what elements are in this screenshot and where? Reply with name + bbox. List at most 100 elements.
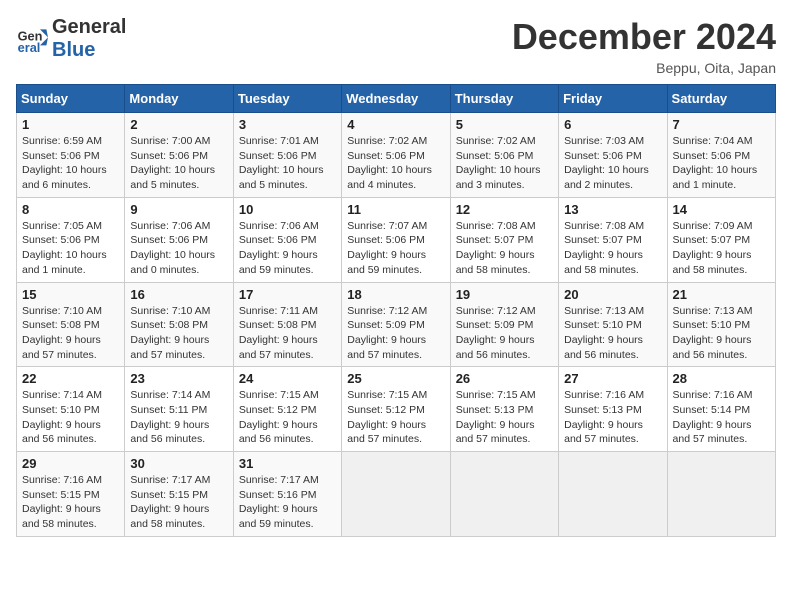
day-number: 3 [239,117,336,132]
day-info: Sunrise: 7:02 AM Sunset: 5:06 PM Dayligh… [347,134,444,193]
calendar-cell: 9Sunrise: 7:06 AM Sunset: 5:06 PM Daylig… [125,197,233,282]
calendar-cell: 13 Sunrise: 7:08 AM Sunset: 5:07 PM Dayli… [559,197,667,282]
day-number: 13 [564,202,661,217]
day-number: 19 [456,287,553,302]
calendar-cell: 22 Sunrise: 7:14 AM Sunset: 5:10 PM Dayli… [17,367,125,452]
day-info: Sunrise: 7:17 AM Sunset: 5:16 PM Dayligh… [239,473,336,532]
calendar-cell: 12 Sunrise: 7:08 AM Sunset: 5:07 PM Dayli… [450,197,558,282]
calendar-cell: 10 Sunrise: 7:06 AM Sunset: 5:06 PM Dayli… [233,197,341,282]
day-info: Sunrise: 7:13 AM Sunset: 5:10 PM Dayligh… [673,304,770,363]
day-info: Sunrise: 7:08 AM Sunset: 5:07 PM Dayligh… [564,219,661,278]
calendar-cell: 18 Sunrise: 7:12 AM Sunset: 5:09 PM Dayli… [342,282,450,367]
calendar-header-row: SundayMondayTuesdayWednesdayThursdayFrid… [17,85,776,113]
calendar-cell [342,452,450,537]
day-info: Sunrise: 7:02 AM Sunset: 5:06 PM Dayligh… [456,134,553,193]
day-info: Sunrise: 7:10 AM Sunset: 5:08 PM Dayligh… [130,304,227,363]
calendar-cell: 17Sunrise: 7:11 AM Sunset: 5:08 PM Dayli… [233,282,341,367]
day-info: Sunrise: 6:59 AM Sunset: 5:06 PM Dayligh… [22,134,119,193]
calendar-cell: 23Sunrise: 7:14 AM Sunset: 5:11 PM Dayli… [125,367,233,452]
calendar-week-row: 8Sunrise: 7:05 AM Sunset: 5:06 PM Daylig… [17,197,776,282]
day-number: 25 [347,371,444,386]
calendar-cell: 3Sunrise: 7:01 AM Sunset: 5:06 PM Daylig… [233,113,341,198]
calendar-week-row: 29 Sunrise: 7:16 AM Sunset: 5:15 PM Dayli… [17,452,776,537]
day-info: Sunrise: 7:16 AM Sunset: 5:14 PM Dayligh… [673,388,770,447]
day-info: Sunrise: 7:15 AM Sunset: 5:12 PM Dayligh… [239,388,336,447]
day-number: 29 [22,456,119,471]
calendar-cell: 8Sunrise: 7:05 AM Sunset: 5:06 PM Daylig… [17,197,125,282]
calendar-week-row: 22 Sunrise: 7:14 AM Sunset: 5:10 PM Dayli… [17,367,776,452]
day-number: 7 [673,117,770,132]
calendar-cell: 28 Sunrise: 7:16 AM Sunset: 5:14 PM Dayli… [667,367,775,452]
logo-line1: General [52,16,126,39]
calendar-cell: 29 Sunrise: 7:16 AM Sunset: 5:15 PM Dayli… [17,452,125,537]
calendar-cell: 6 Sunrise: 7:03 AM Sunset: 5:06 PM Daylig… [559,113,667,198]
day-number: 17 [239,287,336,302]
day-number: 2 [130,117,227,132]
calendar-body: 1 Sunrise: 6:59 AM Sunset: 5:06 PM Daylig… [17,113,776,537]
day-number: 12 [456,202,553,217]
day-info: Sunrise: 7:06 AM Sunset: 5:06 PM Dayligh… [239,219,336,278]
calendar-table: SundayMondayTuesdayWednesdayThursdayFrid… [16,84,776,537]
day-info: Sunrise: 7:12 AM Sunset: 5:09 PM Dayligh… [456,304,553,363]
day-info: Sunrise: 7:16 AM Sunset: 5:15 PM Dayligh… [22,473,119,532]
day-info: Sunrise: 7:08 AM Sunset: 5:07 PM Dayligh… [456,219,553,278]
day-info: Sunrise: 7:00 AM Sunset: 5:06 PM Dayligh… [130,134,227,193]
month-title: December 2024 [512,16,776,58]
day-info: Sunrise: 7:05 AM Sunset: 5:06 PM Dayligh… [22,219,119,278]
calendar-cell [559,452,667,537]
day-number: 4 [347,117,444,132]
day-number: 21 [673,287,770,302]
day-number: 5 [456,117,553,132]
calendar-cell: 5 Sunrise: 7:02 AM Sunset: 5:06 PM Daylig… [450,113,558,198]
calendar-header-cell: Tuesday [233,85,341,113]
day-number: 15 [22,287,119,302]
calendar-cell: 7 Sunrise: 7:04 AM Sunset: 5:06 PM Daylig… [667,113,775,198]
calendar-header-cell: Friday [559,85,667,113]
calendar-cell: 24 Sunrise: 7:15 AM Sunset: 5:12 PM Dayli… [233,367,341,452]
day-number: 31 [239,456,336,471]
day-info: Sunrise: 7:14 AM Sunset: 5:10 PM Dayligh… [22,388,119,447]
day-number: 24 [239,371,336,386]
logo-icon: Gen eral [16,23,48,55]
calendar-cell: 20 Sunrise: 7:13 AM Sunset: 5:10 PM Dayli… [559,282,667,367]
calendar-header-cell: Monday [125,85,233,113]
calendar-week-row: 1 Sunrise: 6:59 AM Sunset: 5:06 PM Daylig… [17,113,776,198]
day-number: 11 [347,202,444,217]
calendar-header-cell: Sunday [17,85,125,113]
day-info: Sunrise: 7:17 AM Sunset: 5:15 PM Dayligh… [130,473,227,532]
day-info: Sunrise: 7:03 AM Sunset: 5:06 PM Dayligh… [564,134,661,193]
day-number: 1 [22,117,119,132]
calendar-cell: 4 Sunrise: 7:02 AM Sunset: 5:06 PM Daylig… [342,113,450,198]
day-number: 22 [22,371,119,386]
day-info: Sunrise: 7:12 AM Sunset: 5:09 PM Dayligh… [347,304,444,363]
day-number: 18 [347,287,444,302]
day-number: 10 [239,202,336,217]
day-info: Sunrise: 7:15 AM Sunset: 5:12 PM Dayligh… [347,388,444,447]
day-number: 6 [564,117,661,132]
calendar-cell: 15Sunrise: 7:10 AM Sunset: 5:08 PM Dayli… [17,282,125,367]
logo-line2: Blue [52,39,126,62]
day-info: Sunrise: 7:13 AM Sunset: 5:10 PM Dayligh… [564,304,661,363]
calendar-header-cell: Saturday [667,85,775,113]
calendar-header-cell: Thursday [450,85,558,113]
day-info: Sunrise: 7:04 AM Sunset: 5:06 PM Dayligh… [673,134,770,193]
title-area: December 2024 Beppu, Oita, Japan [512,16,776,76]
calendar-cell: 25 Sunrise: 7:15 AM Sunset: 5:12 PM Dayli… [342,367,450,452]
day-number: 27 [564,371,661,386]
calendar-cell: 31 Sunrise: 7:17 AM Sunset: 5:16 PM Dayli… [233,452,341,537]
page-header: Gen eral General Blue December 2024 Bepp… [16,16,776,76]
calendar-cell [667,452,775,537]
calendar-cell [450,452,558,537]
logo: Gen eral General Blue [16,16,126,62]
calendar-cell: 21 Sunrise: 7:13 AM Sunset: 5:10 PM Dayli… [667,282,775,367]
calendar-cell: 2 Sunrise: 7:00 AM Sunset: 5:06 PM Daylig… [125,113,233,198]
day-info: Sunrise: 7:07 AM Sunset: 5:06 PM Dayligh… [347,219,444,278]
day-number: 28 [673,371,770,386]
day-number: 26 [456,371,553,386]
day-number: 30 [130,456,227,471]
day-info: Sunrise: 7:09 AM Sunset: 5:07 PM Dayligh… [673,219,770,278]
calendar-header-cell: Wednesday [342,85,450,113]
svg-text:eral: eral [18,40,41,55]
day-number: 20 [564,287,661,302]
calendar-cell: 16Sunrise: 7:10 AM Sunset: 5:08 PM Dayli… [125,282,233,367]
